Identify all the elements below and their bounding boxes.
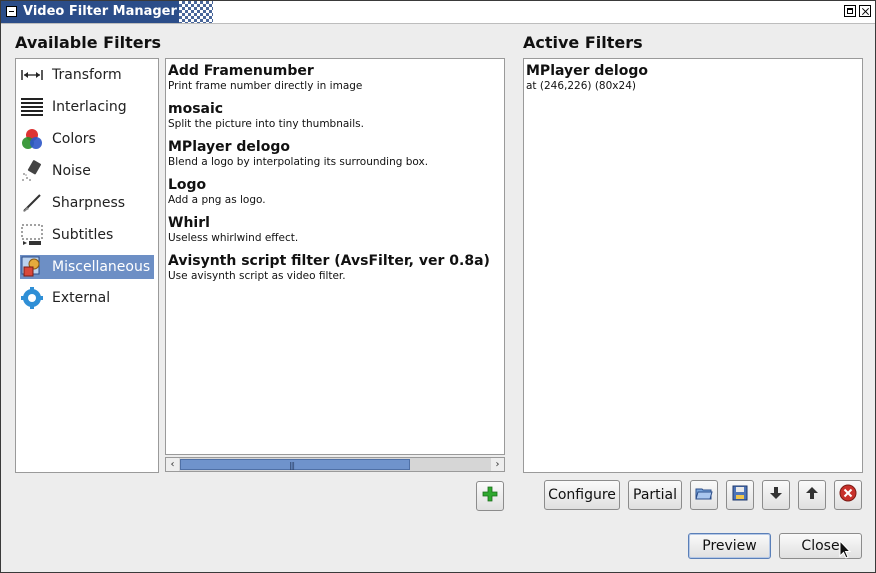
move-down-button[interactable] (762, 480, 790, 510)
category-item-noise[interactable]: Noise (20, 159, 154, 183)
list-item[interactable]: MPlayer delogo Blend a logo by interpola… (168, 139, 498, 169)
save-icon (732, 485, 748, 505)
list-item[interactable]: Avisynth script filter (AvsFilter, ver 0… (168, 253, 498, 283)
preview-button[interactable]: Preview (688, 533, 771, 559)
list-item[interactable]: Whirl Useless whirlwind effect. (168, 215, 498, 245)
filter-name: Add Framenumber (168, 63, 314, 79)
filter-name: Whirl (168, 215, 210, 231)
filter-description: Use avisynth script as video filter. (168, 270, 346, 282)
category-item-colors[interactable]: Colors (20, 127, 154, 151)
list-item[interactable]: MPlayer delogo at (246,226) (80x24) (526, 63, 856, 93)
video-filter-manager-window: Video Filter Manager Available Filters A… (0, 0, 876, 573)
category-list[interactable]: Transform Interlacing Colors Noise Sharp… (15, 58, 159, 473)
filter-name: MPlayer delogo (168, 139, 290, 155)
category-label: Transform (52, 67, 122, 83)
remove-filter-button[interactable] (834, 480, 862, 510)
category-label: Noise (52, 163, 91, 179)
filter-description: Useless whirlwind effect. (168, 232, 299, 244)
scroll-left-icon[interactable]: ‹ (166, 458, 179, 471)
filter-name: Avisynth script filter (AvsFilter, ver 0… (168, 253, 490, 269)
available-filters-heading: Available Filters (15, 33, 161, 52)
arrow-down-icon (769, 486, 783, 504)
subtitles-icon (20, 224, 44, 246)
configure-button[interactable]: Configure (544, 480, 620, 510)
category-label: External (52, 290, 111, 306)
sharpness-icon (20, 192, 44, 214)
filter-description: at (246,226) (80x24) (526, 80, 636, 92)
external-icon (20, 287, 44, 309)
scrollbar-thumb[interactable]: ||| (180, 459, 410, 470)
move-up-button[interactable] (798, 480, 826, 510)
filter-name: mosaic (168, 101, 224, 117)
close-window-button[interactable] (859, 5, 871, 17)
maximize-button[interactable] (844, 5, 856, 17)
grip-icon: ||| (289, 461, 295, 470)
add-filter-button[interactable] (476, 481, 504, 511)
save-button[interactable] (726, 480, 754, 510)
available-filter-list[interactable]: Add Framenumber Print frame number direc… (165, 58, 505, 455)
category-item-interlacing[interactable]: Interlacing (20, 95, 154, 119)
category-label: Colors (52, 131, 96, 147)
arrow-up-icon (805, 486, 819, 504)
mouse-cursor-icon (839, 539, 852, 564)
filter-description: Split the picture into tiny thumbnails. (168, 118, 364, 130)
window-title: Video Filter Manager (23, 4, 177, 19)
scroll-right-icon[interactable]: › (491, 458, 504, 471)
interlacing-icon (20, 96, 44, 118)
filter-description: Print frame number directly in image (168, 80, 363, 92)
open-button[interactable] (690, 480, 718, 510)
category-item-miscellaneous[interactable]: Miscellaneous (20, 255, 154, 279)
category-label: Subtitles (52, 227, 114, 243)
active-filter-list[interactable]: MPlayer delogo at (246,226) (80x24) (523, 58, 863, 473)
category-item-transform[interactable]: Transform (20, 63, 154, 87)
category-item-subtitles[interactable]: Subtitles (20, 223, 154, 247)
add-icon (482, 486, 498, 506)
filter-description: Add a png as logo. (168, 194, 266, 206)
list-item[interactable]: Add Framenumber Print frame number direc… (168, 63, 498, 93)
category-item-external[interactable]: External (20, 286, 154, 310)
list-item[interactable]: Logo Add a png as logo. (168, 177, 498, 207)
window-menu-button[interactable] (6, 6, 17, 17)
partial-button[interactable]: Partial (628, 480, 682, 510)
remove-icon (839, 484, 857, 506)
filter-name: MPlayer delogo (526, 63, 648, 79)
miscellaneous-icon (20, 256, 44, 278)
colors-icon (20, 128, 44, 150)
category-label: Sharpness (52, 195, 126, 211)
transform-icon (20, 64, 44, 86)
title-bar[interactable]: Video Filter Manager (1, 1, 875, 24)
category-label: Miscellaneous (52, 259, 151, 275)
active-filters-heading: Active Filters (523, 33, 643, 52)
horizontal-scrollbar[interactable]: ‹ ||| › (165, 457, 505, 472)
category-label: Interlacing (52, 99, 127, 115)
list-item[interactable]: mosaic Split the picture into tiny thumb… (168, 101, 498, 131)
filter-name: Logo (168, 177, 207, 193)
filter-description: Blend a logo by interpolating its surrou… (168, 156, 429, 168)
open-folder-icon (695, 485, 713, 505)
noise-icon (20, 160, 44, 182)
category-item-sharpness[interactable]: Sharpness (20, 191, 154, 215)
title-bar-pattern (179, 1, 213, 23)
